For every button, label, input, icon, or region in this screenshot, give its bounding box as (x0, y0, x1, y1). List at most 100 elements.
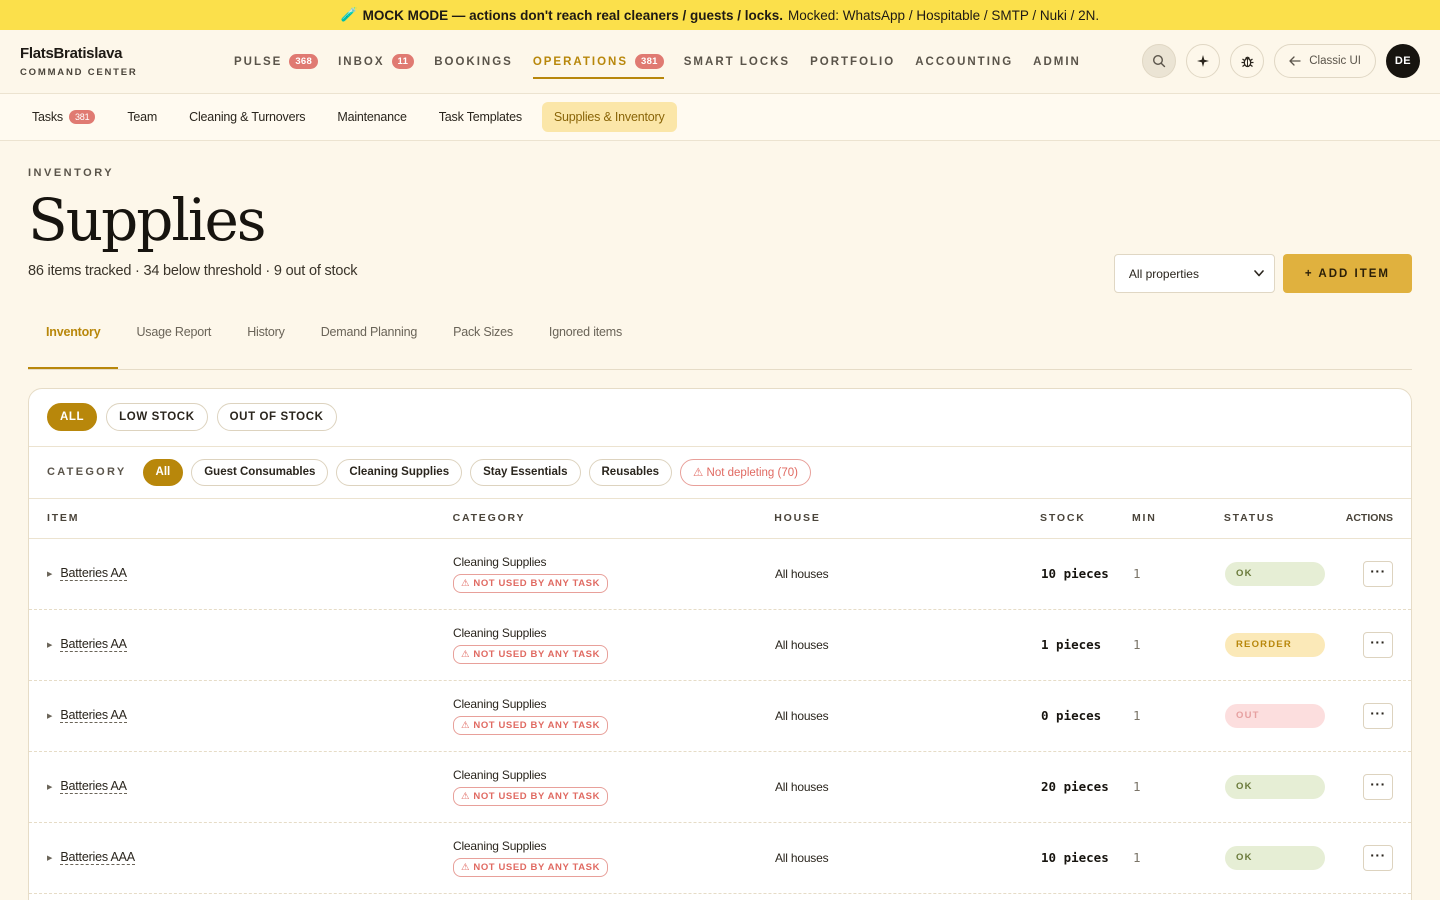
brand[interactable]: FlatsBratislava COMMAND CENTER (20, 45, 234, 78)
item-category: Cleaning Supplies (453, 625, 547, 640)
row-actions-button[interactable]: ··· (1363, 702, 1393, 729)
row-actions-button[interactable]: ··· (1363, 631, 1393, 658)
column-actions: ACTIONS (1345, 512, 1393, 525)
filter-out-of-stock[interactable]: OUT OF STOCK (216, 403, 337, 432)
row-actions-button[interactable]: ··· (1363, 560, 1393, 587)
add-item-button[interactable]: + ADD ITEM (1282, 254, 1412, 293)
sparkle-icon (1197, 55, 1210, 67)
page-content: INVENTORY Supplies 86 items tracked · 34… (0, 167, 1440, 900)
tab-pack-sizes[interactable]: Pack Sizes (435, 325, 531, 369)
status-badge: OUT (1225, 703, 1325, 728)
more-icon: ··· (1370, 633, 1386, 650)
row-actions-button[interactable]: ··· (1363, 844, 1393, 871)
mock-mode-banner: 🧪 MOCK MODE — actions don't reach real c… (0, 0, 1440, 30)
item-min[interactable]: 1 (1133, 850, 1225, 865)
more-icon: ··· (1370, 704, 1386, 721)
category-cleaning-supplies[interactable]: Cleaning Supplies (336, 458, 463, 486)
item-stock[interactable]: 10 pieces (1041, 850, 1133, 865)
classic-ui-label: Classic UI (1309, 55, 1361, 67)
tab-usage-report[interactable]: Usage Report (118, 325, 229, 369)
tab-history[interactable]: History (229, 325, 303, 369)
nav-item-operations[interactable]: OPERATIONS 381 (532, 30, 664, 94)
item-stock[interactable]: 0 pieces (1041, 708, 1133, 723)
nav-item-inbox[interactable]: INBOX 11 (338, 30, 415, 94)
row-actions-button[interactable]: ··· (1363, 773, 1393, 800)
item-name-link[interactable]: ▶ Batteries AAA (47, 850, 453, 866)
page-title: Supplies (28, 186, 267, 254)
inventory-tabs: Inventory Usage Report History Demand Pl… (28, 325, 1412, 370)
tab-ignored-items[interactable]: Ignored items (531, 325, 640, 369)
category-reusables[interactable]: Reusables (588, 458, 673, 486)
subnav-item-task-templates[interactable]: Task Templates (427, 102, 534, 132)
item-category: Cleaning Supplies (453, 554, 547, 569)
item-stock[interactable]: 1 pieces (1041, 637, 1133, 652)
tab-demand-planning[interactable]: Demand Planning (303, 325, 435, 369)
table-row[interactable]: ▶ Batteries AA Cleaning Supplies ⚠ NOT USE… (29, 539, 1411, 610)
expand-caret-icon[interactable]: ▶ (47, 712, 52, 720)
status-badge: REORDER (1225, 632, 1325, 657)
column-house[interactable]: HOUSE (774, 512, 1040, 524)
nav-item-portfolio[interactable]: PORTFOLIO (810, 30, 895, 94)
header-actions: All properties + ADD ITEM (1113, 254, 1412, 293)
subnav-item-tasks[interactable]: Tasks 381 (20, 102, 107, 132)
not-used-badge: ⚠ NOT USED BY ANY TASK (453, 786, 609, 806)
not-used-badge: ⚠ NOT USED BY ANY TASK (453, 573, 609, 593)
nav-item-admin[interactable]: ADMIN (1033, 30, 1081, 94)
filter-all[interactable]: ALL (47, 403, 98, 432)
nav-item-pulse[interactable]: PULSE 368 (234, 30, 319, 94)
table-row[interactable]: ▶ Batteries AA Cleaning Supplies ⚠ NOT USE… (29, 610, 1411, 681)
item-min[interactable]: 1 (1133, 566, 1225, 581)
item-name-link[interactable]: ▶ Batteries AA (47, 637, 453, 653)
expand-caret-icon[interactable]: ▶ (47, 854, 52, 862)
tab-inventory[interactable]: Inventory (28, 325, 119, 369)
nav-item-accounting[interactable]: ACCOUNTING (915, 30, 1013, 94)
item-name-link[interactable]: ▶ Batteries AA (47, 708, 453, 724)
table-header: ITEM CATEGORY HOUSE STOCK MIN STATUS ACT… (29, 499, 1411, 539)
category-all[interactable]: All (142, 458, 184, 486)
not-used-badge: ⚠ NOT USED BY ANY TASK (453, 857, 609, 877)
status-badge: OK (1225, 845, 1325, 870)
user-avatar[interactable]: DE (1386, 44, 1420, 78)
category-not-depleting[interactable]: ⚠ Not depleting (70) (680, 458, 811, 486)
column-category[interactable]: CATEGORY (453, 512, 775, 524)
more-icon: ··· (1370, 775, 1386, 792)
item-name-link[interactable]: ▶ Batteries AA (47, 779, 453, 795)
expand-caret-icon[interactable]: ▶ (47, 641, 52, 649)
property-select[interactable]: All properties (1113, 254, 1275, 293)
category-guest-consumables[interactable]: Guest Consumables (191, 458, 329, 486)
column-item[interactable]: ITEM (47, 512, 453, 524)
subnav-item-maintenance[interactable]: Maintenance (325, 102, 418, 132)
search-button[interactable] (1142, 44, 1177, 78)
item-min[interactable]: 1 (1133, 637, 1225, 652)
table-row[interactable]: ▶ Batteries AA Cleaning Supplies ⚠ NOT USE… (29, 752, 1411, 823)
filter-low-stock[interactable]: LOW STOCK (106, 403, 208, 432)
column-min[interactable]: MIN (1132, 512, 1224, 524)
classic-ui-button[interactable]: Classic UI (1274, 44, 1376, 78)
item-name-link[interactable]: ▶ Batteries AA (47, 566, 453, 582)
ai-sparkle-button[interactable] (1186, 44, 1221, 78)
nav-item-smart-locks[interactable]: SMART LOCKS (684, 30, 790, 94)
subnav-item-cleaning[interactable]: Cleaning & Turnovers (177, 102, 317, 132)
inventory-panel: ALL LOW STOCK OUT OF STOCK CATEGORY All … (28, 387, 1412, 900)
column-status[interactable]: STATUS (1224, 512, 1346, 524)
item-stock[interactable]: 10 pieces (1041, 566, 1133, 581)
item-stock[interactable]: 20 pieces (1041, 779, 1133, 794)
expand-caret-icon[interactable]: ▶ (47, 783, 52, 791)
table-row[interactable]: ▶ Batteries AA Cleaning Supplies ⚠ NOT USE… (29, 681, 1411, 752)
page-eyebrow: INVENTORY (28, 167, 115, 179)
item-house: All houses (775, 850, 829, 865)
item-house: All houses (775, 779, 829, 794)
column-stock[interactable]: STOCK (1040, 512, 1132, 524)
subnav-item-team[interactable]: Team (115, 102, 169, 132)
subnav-badge: 381 (68, 110, 96, 124)
item-min[interactable]: 1 (1133, 708, 1225, 723)
debug-button[interactable] (1230, 44, 1265, 78)
expand-caret-icon[interactable]: ▶ (47, 570, 52, 578)
item-min[interactable]: 1 (1133, 779, 1225, 794)
subnav-item-supplies[interactable]: Supplies & Inventory (541, 102, 677, 132)
nav-badge: 381 (635, 54, 664, 69)
nav-item-bookings[interactable]: BOOKINGS (434, 30, 513, 94)
table-row[interactable]: ▶ Batteries AAA Cleaning Supplies ⚠ NOT US… (29, 823, 1411, 894)
category-stay-essentials[interactable]: Stay Essentials (470, 458, 581, 486)
nav-actions: Classic UI DE (1142, 44, 1420, 78)
